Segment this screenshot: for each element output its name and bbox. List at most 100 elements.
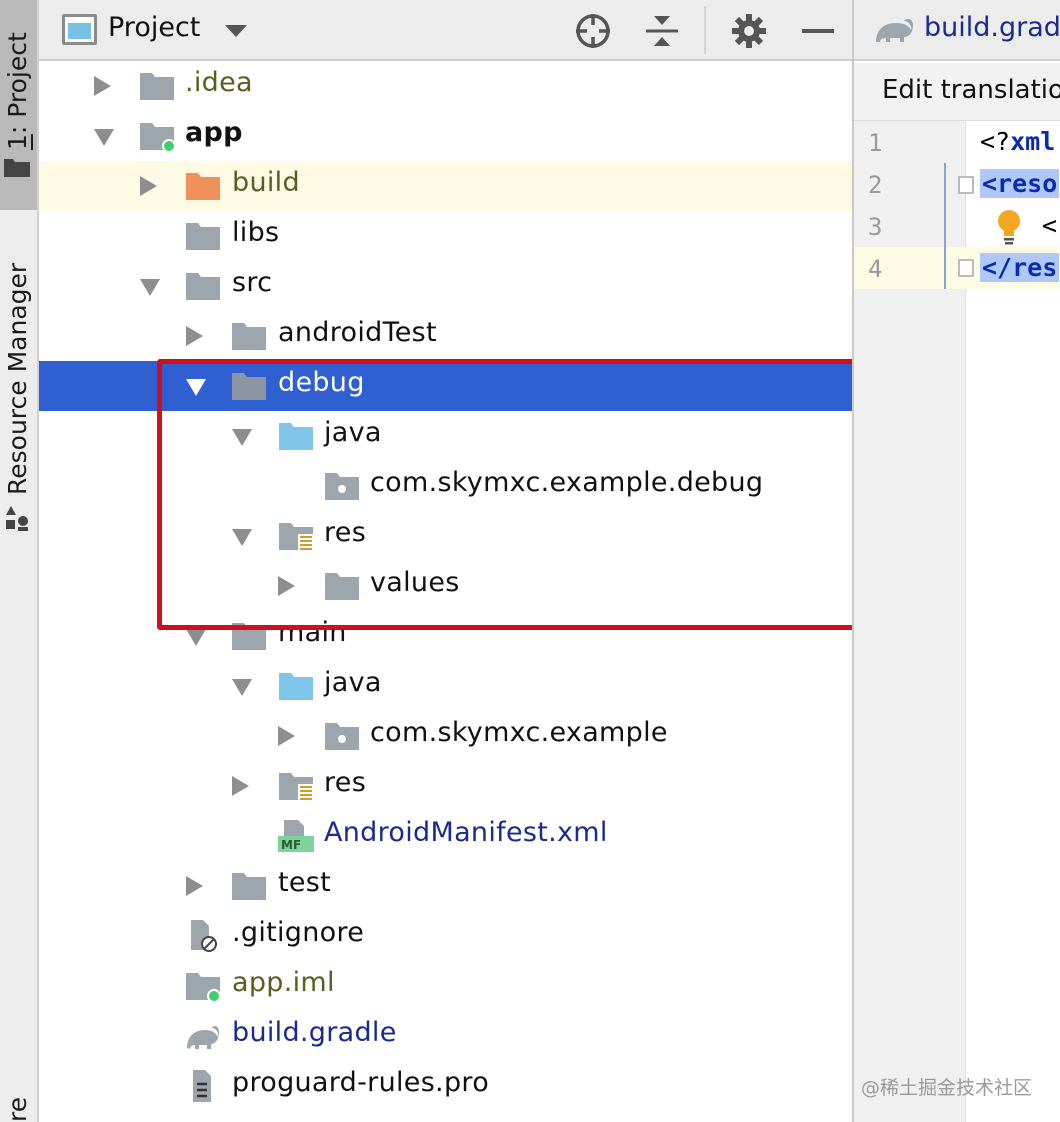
- editor-tab-bar: build.grad: [854, 0, 1060, 61]
- editor-notification-bar: Edit translatio: [854, 63, 1060, 121]
- gradle-icon: [187, 1025, 219, 1049]
- tree-row-manifest[interactable]: MF AndroidManifest.xml: [39, 811, 852, 861]
- tree-label: libs: [232, 217, 280, 248]
- folder-icon: [232, 373, 266, 400]
- manifest-icon: MF: [278, 820, 314, 852]
- tree-label: main: [278, 617, 347, 648]
- tree-label: com.skymxc.example: [370, 717, 668, 748]
- collapse-arrow-icon[interactable]: [186, 625, 208, 647]
- tree-label: app: [185, 117, 243, 148]
- panel-title[interactable]: Project: [108, 12, 200, 43]
- project-tool-tab[interactable]: 1: Project: [0, 0, 37, 210]
- line-number: 3: [868, 213, 883, 241]
- expand-arrow-icon[interactable]: [183, 875, 205, 897]
- editor-pane: build.grad Edit translatio 1 2 3 4 <?xml…: [852, 0, 1060, 1122]
- tree-row-java-main[interactable]: java: [39, 661, 852, 711]
- tree-row-androidtest[interactable]: androidTest: [39, 311, 852, 361]
- tree-row-libs[interactable]: libs: [39, 211, 852, 261]
- collapse-arrow-icon[interactable]: [186, 375, 208, 397]
- tree-row-build[interactable]: build: [39, 161, 852, 211]
- folder-icon: [140, 73, 174, 100]
- tree-row-package-debug[interactable]: com.skymxc.example.debug: [39, 461, 852, 511]
- code-line: <reso: [980, 169, 1060, 198]
- project-view-icon: [62, 14, 97, 45]
- tree-row-test[interactable]: test: [39, 861, 852, 911]
- collapse-arrow-icon[interactable]: [232, 425, 254, 447]
- tree-row-app[interactable]: app: [39, 111, 852, 161]
- resource-manager-tool-tab[interactable]: Resource Manager: [3, 240, 32, 495]
- gear-icon[interactable]: [729, 11, 769, 51]
- tree-label: com.skymxc.example.debug: [370, 467, 764, 498]
- line-number: 4: [868, 255, 883, 283]
- editor-tab-label[interactable]: build.grad: [924, 12, 1060, 43]
- folder-icon: [232, 323, 266, 350]
- tree-row-values[interactable]: values: [39, 561, 852, 611]
- folder-icon: [232, 873, 266, 900]
- code-line: </res: [980, 253, 1060, 282]
- fold-guide: [944, 163, 946, 289]
- tree-label: build: [232, 167, 300, 198]
- tree-label: app.iml: [232, 967, 335, 998]
- collapse-arrow-icon[interactable]: [94, 125, 116, 147]
- locate-icon[interactable]: [573, 11, 613, 51]
- fold-marker-icon[interactable]: [958, 176, 974, 194]
- edit-translations-link[interactable]: Edit translatio: [882, 75, 1060, 105]
- line-number: 1: [868, 129, 883, 157]
- code-line: <: [1042, 211, 1058, 240]
- expand-arrow-icon[interactable]: [137, 175, 159, 197]
- tree-label: debug: [278, 367, 365, 398]
- tree-row-gitignore[interactable]: .gitignore: [39, 911, 852, 961]
- svg-text:MF: MF: [281, 838, 301, 852]
- expand-arrow-icon[interactable]: [183, 325, 205, 347]
- folder-icon: [325, 573, 359, 600]
- tree-row-res-main[interactable]: res: [39, 761, 852, 811]
- tree-label: .gitignore: [232, 917, 365, 948]
- ide-window: 1: Project Resource Manager re Project .…: [0, 0, 1060, 1122]
- expand-arrow-icon[interactable]: [229, 775, 251, 797]
- tree-label: test: [278, 867, 332, 898]
- hide-icon[interactable]: [798, 11, 838, 51]
- resource-folder-icon: [279, 523, 313, 552]
- module-folder-icon: [140, 123, 175, 152]
- collapse-arrow-icon[interactable]: [140, 275, 162, 297]
- tree-row-java-debug[interactable]: java: [39, 411, 852, 461]
- tree-row-proguard[interactable]: proguard-rules.pro: [39, 1061, 852, 1111]
- tree-row-package-main[interactable]: com.skymxc.example: [39, 711, 852, 761]
- text-file-icon: [193, 1070, 211, 1102]
- view-dropdown-icon[interactable]: [225, 25, 247, 37]
- collapse-arrow-icon[interactable]: [232, 525, 254, 547]
- resource-folder-icon: [279, 773, 313, 802]
- fold-marker-icon[interactable]: [958, 259, 974, 277]
- tree-row-build-gradle[interactable]: build.gradle: [39, 1011, 852, 1061]
- tree-label: java: [324, 667, 382, 698]
- tree-label: res: [324, 767, 367, 798]
- collapse-arrow-icon[interactable]: [232, 675, 254, 697]
- tree-row-res-debug[interactable]: res: [39, 511, 852, 561]
- source-folder-icon: [279, 673, 313, 700]
- tree-label: proguard-rules.pro: [232, 1067, 490, 1098]
- bottom-tool-tab[interactable]: re: [3, 1086, 32, 1122]
- source-folder-icon: [279, 423, 313, 450]
- tree-row-debug[interactable]: debug: [39, 361, 852, 411]
- expand-arrow-icon[interactable]: [91, 75, 113, 97]
- lightbulb-icon[interactable]: [994, 208, 1024, 246]
- resource-manager-icon[interactable]: [4, 504, 30, 532]
- tree-label: androidTest: [278, 317, 437, 348]
- tree-row-main[interactable]: main: [39, 611, 852, 661]
- module-file-icon: [186, 973, 221, 1002]
- package-icon: [325, 723, 359, 750]
- tree-label: values: [370, 567, 460, 598]
- collapse-all-icon[interactable]: [642, 11, 682, 51]
- gradle-icon: [876, 18, 913, 42]
- tree-row-src[interactable]: src: [39, 261, 852, 311]
- project-tool-tab-label: 1: Project: [3, 32, 32, 150]
- folder-icon: [186, 273, 220, 300]
- line-number: 2: [868, 171, 883, 199]
- tree-label: src: [232, 267, 273, 298]
- expand-arrow-icon[interactable]: [275, 575, 297, 597]
- tree-label: java: [324, 417, 382, 448]
- ignored-file-icon: [191, 920, 217, 952]
- tree-row-idea[interactable]: .idea: [39, 61, 852, 111]
- tree-row-app-iml[interactable]: app.iml: [39, 961, 852, 1011]
- expand-arrow-icon[interactable]: [275, 725, 297, 747]
